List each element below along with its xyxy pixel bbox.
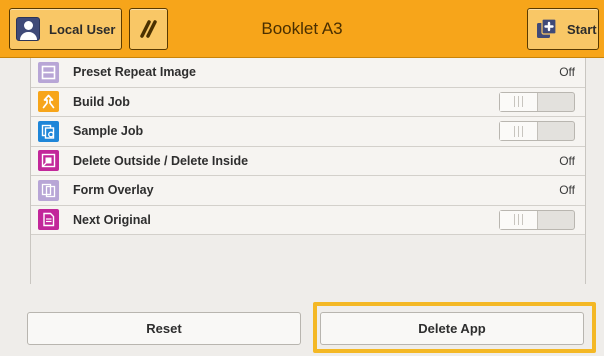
start-button[interactable]: Start: [527, 8, 599, 50]
toggle-knob: [500, 210, 538, 229]
item-label: Preset Repeat Image: [73, 65, 196, 80]
preset-repeat-image-icon: [38, 61, 59, 83]
item-value: Off: [559, 65, 575, 80]
list-item-build-job[interactable]: Build Job: [31, 87, 585, 117]
sample-job-icon: [38, 120, 59, 142]
feature-list: Preset Repeat Image Off Build Job Sample…: [30, 58, 586, 284]
item-label: Next Original: [73, 212, 151, 227]
item-label: Form Overlay: [73, 183, 154, 198]
build-job-toggle[interactable]: [499, 91, 575, 112]
item-label: Sample Job: [73, 124, 144, 139]
build-job-icon: [38, 91, 59, 113]
delete-app-button[interactable]: Delete App: [320, 312, 584, 345]
form-overlay-icon: [38, 179, 59, 201]
item-value: Off: [559, 183, 575, 198]
sample-job-toggle[interactable]: [499, 121, 575, 142]
item-label: Build Job: [73, 94, 130, 109]
user-icon: [16, 17, 40, 41]
app-header: Local User Booklet A3 Start: [0, 0, 604, 58]
list-item-preset-repeat-image[interactable]: Preset Repeat Image Off: [31, 58, 585, 88]
start-label: Start: [567, 21, 597, 37]
item-value: Off: [559, 153, 575, 168]
next-original-icon: [38, 209, 59, 231]
list-item-next-original[interactable]: Next Original: [31, 205, 585, 235]
list-item-form-overlay[interactable]: Form Overlay Off: [31, 176, 585, 206]
start-copy-icon: [537, 18, 557, 38]
local-user-label: Local User: [49, 21, 116, 37]
toggle-knob: [500, 92, 538, 111]
next-original-toggle[interactable]: [499, 209, 575, 230]
toggle-knob: [500, 122, 538, 141]
list-item-delete-outside-inside[interactable]: Delete Outside / Delete Inside Off: [31, 146, 585, 176]
reset-button[interactable]: Reset: [27, 312, 301, 345]
list-item-sample-job[interactable]: Sample Job: [31, 117, 585, 147]
page-title: Booklet A3: [261, 19, 343, 38]
local-user-button[interactable]: Local User: [9, 8, 122, 50]
delete-outside-icon: [38, 150, 59, 172]
shortcut-button[interactable]: [129, 8, 168, 50]
item-label: Delete Outside / Delete Inside: [73, 153, 249, 168]
double-slash-icon: [139, 20, 157, 38]
